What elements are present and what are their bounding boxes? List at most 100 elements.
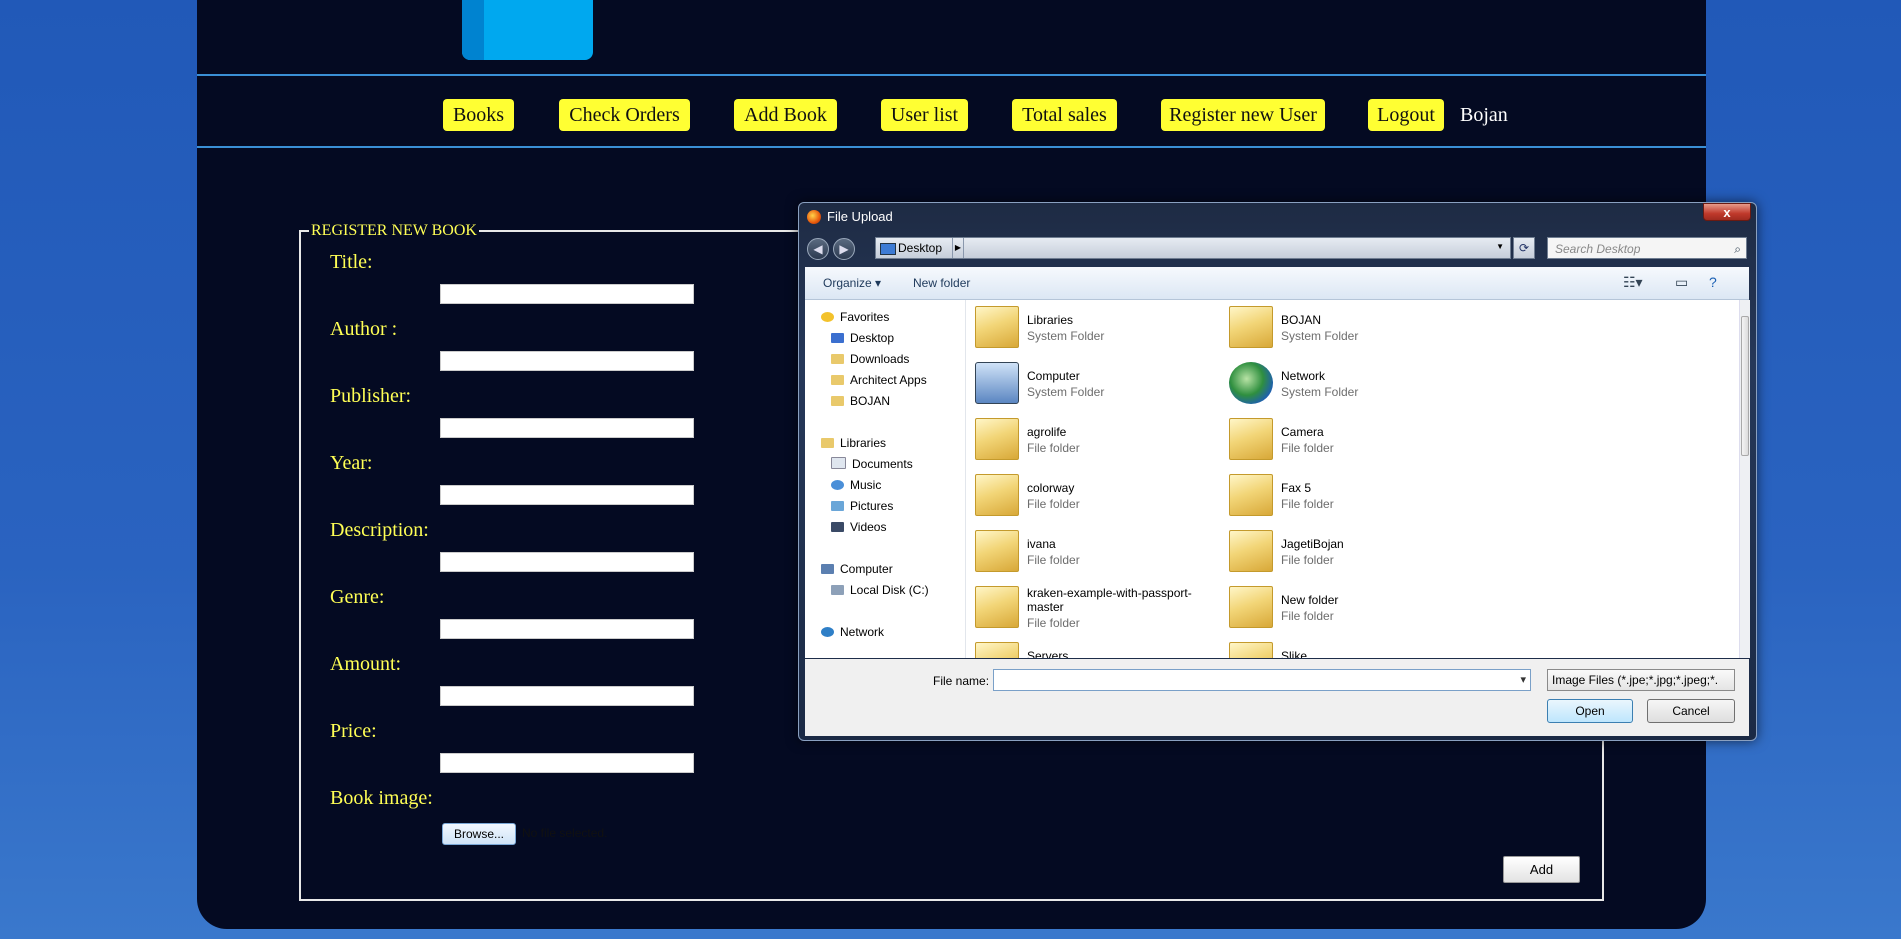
genre-input[interactable] xyxy=(440,619,694,639)
scrollbar-thumb[interactable] xyxy=(1741,316,1749,456)
file-name: Computer xyxy=(1027,369,1080,383)
file-item-computer[interactable]: Computer System Folder xyxy=(975,358,1215,406)
star-icon xyxy=(821,312,834,322)
description-label: Description: xyxy=(330,519,429,541)
file-name-label: File name: xyxy=(933,674,990,688)
tree-computer[interactable]: Computer xyxy=(821,562,893,576)
downloads-folder-icon xyxy=(831,354,844,364)
address-bar[interactable]: Desktop ▶ ▼ xyxy=(875,237,1511,259)
computer-icon xyxy=(975,362,1019,404)
back-arrow-icon[interactable]: ◀ xyxy=(807,238,829,260)
breadcrumb-chevron-icon[interactable]: ▶ xyxy=(952,238,964,258)
file-item-bojan[interactable]: BOJAN System Folder xyxy=(1229,302,1469,350)
author-input[interactable] xyxy=(440,351,694,371)
tree-favorites[interactable]: Favorites xyxy=(821,310,889,324)
tree-item-downloads[interactable]: Downloads xyxy=(831,352,909,366)
file-item-new-folder[interactable]: New folder File folder xyxy=(1229,582,1469,630)
file-item-slike[interactable]: Slike xyxy=(1229,638,1469,658)
file-item-fax5[interactable]: Fax 5 File folder xyxy=(1229,470,1469,518)
refresh-icon[interactable]: ⟳ xyxy=(1513,237,1535,259)
file-type: File folder xyxy=(1281,441,1334,455)
tree-item-documents[interactable]: Documents xyxy=(831,457,913,471)
amount-input[interactable] xyxy=(440,686,694,706)
nav-divider xyxy=(197,146,1706,148)
tree-item-videos[interactable]: Videos xyxy=(831,520,886,534)
main-nav: Books Check Orders Add Book User list To… xyxy=(197,96,1706,132)
nav-total-sales-button[interactable]: Total sales xyxy=(1012,99,1117,131)
author-label: Author : xyxy=(330,318,398,340)
tree-label: Libraries xyxy=(840,436,887,450)
nav-register-user-button[interactable]: Register new User xyxy=(1161,99,1325,131)
nav-books-button[interactable]: Books xyxy=(443,99,514,131)
publisher-input[interactable] xyxy=(440,418,694,438)
music-icon xyxy=(831,480,844,490)
chevron-down-icon[interactable]: ▼ xyxy=(1496,242,1504,251)
search-icon[interactable]: ⌕ xyxy=(1734,242,1741,257)
file-type-select[interactable]: Image Files (*.jpe;*.jpg;*.jpeg;*. xyxy=(1547,669,1735,691)
tree-libraries[interactable]: Libraries xyxy=(821,436,886,450)
folder-icon xyxy=(1229,474,1273,516)
cancel-button[interactable]: Cancel xyxy=(1647,699,1735,723)
tree-item-architect-apps[interactable]: Architect Apps xyxy=(831,373,927,387)
new-folder-button[interactable]: New folder xyxy=(913,276,970,290)
tree-item-local-disk[interactable]: Local Disk (C:) xyxy=(831,583,929,597)
tree-item-music[interactable]: Music xyxy=(831,478,881,492)
forward-arrow-icon[interactable]: ▶ xyxy=(833,238,855,260)
tree-label: Local Disk (C:) xyxy=(850,583,929,597)
tree-item-bojan[interactable]: BOJAN xyxy=(831,394,890,408)
view-options-icon[interactable]: ☷▾ xyxy=(1623,274,1643,291)
open-button[interactable]: Open xyxy=(1547,699,1633,723)
computer-icon xyxy=(821,564,834,574)
navigation-pane: Favorites Desktop Downloads Architect Ap… xyxy=(805,300,966,658)
file-item-camera[interactable]: Camera File folder xyxy=(1229,414,1469,462)
file-name: colorway xyxy=(1027,481,1075,495)
file-name: Network xyxy=(1281,369,1326,383)
browse-button[interactable]: Browse... xyxy=(442,823,516,845)
tree-label: Videos xyxy=(850,520,887,534)
tree-item-desktop[interactable]: Desktop xyxy=(831,331,894,345)
file-item-agrolife[interactable]: agrolife File folder xyxy=(975,414,1215,462)
organize-button[interactable]: Organize ▾ xyxy=(823,276,881,290)
preview-pane-icon[interactable]: ▭ xyxy=(1675,274,1688,291)
folder-icon xyxy=(975,530,1019,572)
file-item-kraken[interactable]: kraken-example-with-passport-master File … xyxy=(975,582,1225,642)
nav-add-book-button[interactable]: Add Book xyxy=(734,99,837,131)
file-name: agrolife xyxy=(1027,425,1067,439)
file-item-servers[interactable]: Servers xyxy=(975,638,1215,658)
form-legend: REGISTER NEW BOOK xyxy=(311,222,477,239)
help-icon[interactable]: ? xyxy=(1709,274,1717,290)
price-input[interactable] xyxy=(440,753,694,773)
title-input[interactable] xyxy=(440,284,694,304)
file-name: New folder xyxy=(1281,593,1339,607)
desktop-icon xyxy=(880,243,896,255)
file-item-jagetibojan[interactable]: JagetiBojan File folder xyxy=(1229,526,1469,574)
folder-icon xyxy=(1229,586,1273,628)
add-book-submit-button[interactable]: Add xyxy=(1503,856,1580,883)
nav-user-list-button[interactable]: User list xyxy=(881,99,968,131)
file-name-input[interactable] xyxy=(993,669,1531,691)
dialog-title: File Upload xyxy=(827,209,893,224)
header-divider xyxy=(197,74,1706,76)
file-list: Libraries System Folder BOJAN System Folde… xyxy=(967,300,1737,658)
file-item-colorway[interactable]: colorway File folder xyxy=(975,470,1215,518)
description-input[interactable] xyxy=(440,552,694,572)
file-type: System Folder xyxy=(1027,329,1105,343)
tree-label: Downloads xyxy=(850,352,910,366)
address-crumb[interactable]: Desktop xyxy=(898,241,942,255)
vertical-scrollbar[interactable] xyxy=(1739,300,1750,658)
year-input[interactable] xyxy=(440,485,694,505)
tree-item-pictures[interactable]: Pictures xyxy=(831,499,893,513)
file-name: Camera xyxy=(1281,425,1324,439)
site-logo[interactable] xyxy=(462,0,593,60)
file-type: File folder xyxy=(1027,616,1080,630)
nav-check-orders-button[interactable]: Check Orders xyxy=(559,99,690,131)
close-button[interactable]: x xyxy=(1703,203,1751,221)
nav-logout-button[interactable]: Logout xyxy=(1368,99,1444,131)
folder-icon xyxy=(975,474,1019,516)
file-item-network[interactable]: Network System Folder xyxy=(1229,358,1469,406)
search-input[interactable]: Search Desktop ⌕ xyxy=(1547,237,1747,259)
file-name: kraken-example-with-passport-master xyxy=(1027,586,1192,614)
file-item-ivana[interactable]: ivana File folder xyxy=(975,526,1215,574)
file-item-libraries[interactable]: Libraries System Folder xyxy=(975,302,1215,350)
tree-network[interactable]: Network xyxy=(821,625,884,639)
